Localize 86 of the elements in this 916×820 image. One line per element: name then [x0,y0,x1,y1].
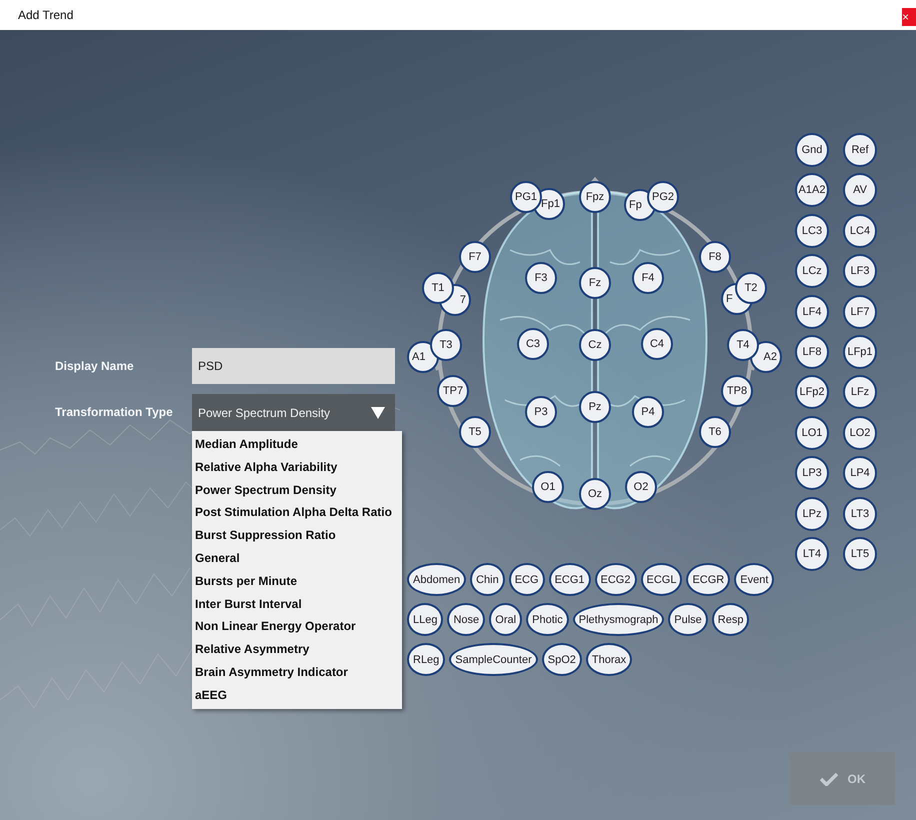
electrode-button[interactable]: C4 [641,328,673,360]
electrode-button[interactable]: T3 [430,329,462,361]
channel-button[interactable]: RLeg [407,643,446,676]
channel-button[interactable]: SampleCounter [449,643,538,676]
electrode-button[interactable]: T6 [699,416,731,448]
channel-button[interactable]: SpO2 [542,643,582,676]
electrode-button[interactable]: LO2 [843,416,877,450]
electrode-button[interactable]: T4 [727,329,759,361]
electrode-button[interactable]: F4 [632,262,664,294]
display-name-field[interactable]: PSD [192,348,395,384]
electrode-button[interactable]: PG1 [510,181,542,213]
close-button[interactable]: × [902,8,916,26]
dropdown-option[interactable]: Inter Burst Interval [192,592,402,616]
electrode-button[interactable]: Pz [579,391,611,423]
electrode-button[interactable]: Cz [579,329,611,361]
channel-button[interactable]: Resp [712,603,750,636]
electrode-button[interactable]: AV [843,173,877,208]
channel-button[interactable]: Thorax [586,643,632,676]
electrode-button[interactable]: LF4 [795,294,829,329]
electrode-button[interactable]: O2 [625,471,657,503]
electrode-button[interactable]: Gnd [795,133,829,167]
channel-button[interactable]: Nose [447,603,486,636]
electrode-button[interactable]: LF8 [795,334,829,369]
channel-button[interactable]: ECG1 [548,563,591,596]
electrode-button[interactable]: TP8 [721,375,753,407]
electrode-button[interactable]: LCz [795,254,829,288]
electrode-button[interactable]: Fpz [579,181,611,213]
channel-button[interactable]: ECGL [640,563,682,596]
electrode-button[interactable]: A1A2 [795,173,829,208]
channel-button[interactable]: LLeg [407,603,444,636]
channel-button[interactable]: ECG [508,563,545,596]
electrode-button[interactable]: LO1 [795,416,829,450]
electrode-button[interactable]: Oz [579,478,611,510]
electrode-button[interactable]: LPz [795,496,829,531]
electrode-button[interactable]: F8 [699,241,731,273]
electrode-button[interactable]: O1 [532,471,564,503]
electrode-button[interactable]: LP4 [843,456,877,490]
electrode-button[interactable]: F3 [525,262,557,294]
electrode-button[interactable]: LC3 [795,214,829,248]
dropdown-option[interactable]: Relative Asymmetry [192,638,402,661]
window-title: Add Trend [18,8,74,22]
electrode-button[interactable]: F7 [459,241,491,273]
electrode-button[interactable]: PG2 [647,181,679,213]
electrode-button[interactable]: C3 [517,328,549,360]
electrode-button[interactable]: P4 [632,396,664,428]
display-name-label: Display Name [55,358,135,373]
channel-button[interactable]: ECG2 [594,563,636,596]
dropdown-option[interactable]: General [192,546,402,570]
electrode-button[interactable]: Ref [843,133,877,167]
electrode-button[interactable]: Fz [579,267,611,299]
electrode-button[interactable]: LP3 [795,456,829,490]
electrode-button[interactable]: LT3 [843,496,877,531]
electrode-button[interactable]: LT5 [843,536,877,571]
channel-button[interactable]: Abdomen [407,563,466,596]
dropdown-option[interactable]: Median Amplitude [192,433,402,456]
electrode-button[interactable]: LT4 [795,536,829,571]
dropdown-option[interactable]: Power Spectrum Density [192,478,402,502]
electrode-button[interactable]: LF3 [843,254,877,288]
dropdown-option[interactable]: Post Stimulation Alpha Delta Ratio [192,501,402,524]
electrode-button[interactable]: LF7 [843,294,877,329]
electrode-button[interactable]: LC4 [843,214,877,248]
channel-button[interactable]: Chin [470,563,505,596]
dropdown-option[interactable]: Brain Asymmetry Indicator [192,660,402,684]
electrode-button[interactable]: T2 [735,272,767,304]
electrode-button[interactable]: P3 [525,396,557,428]
dropdown-arrow-icon [371,406,385,418]
checkmark-icon [820,772,838,786]
dropdown-option[interactable]: aEEG [192,684,402,707]
channel-button[interactable]: Photic [526,603,569,636]
transformation-type-label: Transformation Type [55,404,174,419]
electrode-button[interactable]: T5 [459,416,491,448]
channel-button[interactable]: Oral [489,603,522,636]
electrode-button[interactable]: LFp2 [795,375,829,410]
transformation-type-dropdown[interactable]: Power Spectrum Density [192,394,395,431]
electrode-button[interactable]: LFp1 [843,334,877,369]
electrode-button[interactable]: T1 [422,272,454,304]
electrode-button[interactable]: TP7 [437,375,469,407]
channel-button[interactable]: Pulse [668,603,708,636]
channel-button[interactable]: Event [734,563,774,596]
dropdown-option[interactable]: Relative Alpha Variability [192,456,402,479]
dropdown-option[interactable]: Burst Suppression Ratio [192,524,402,547]
dropdown-option[interactable]: Non Linear Energy Operator [192,615,402,638]
dropdown-option[interactable]: Bursts per Minute [192,570,402,593]
channel-button[interactable]: Plethysmograph [572,603,664,636]
electrode-button[interactable]: LFz [843,375,877,410]
channel-button[interactable]: ECGR [686,563,730,596]
